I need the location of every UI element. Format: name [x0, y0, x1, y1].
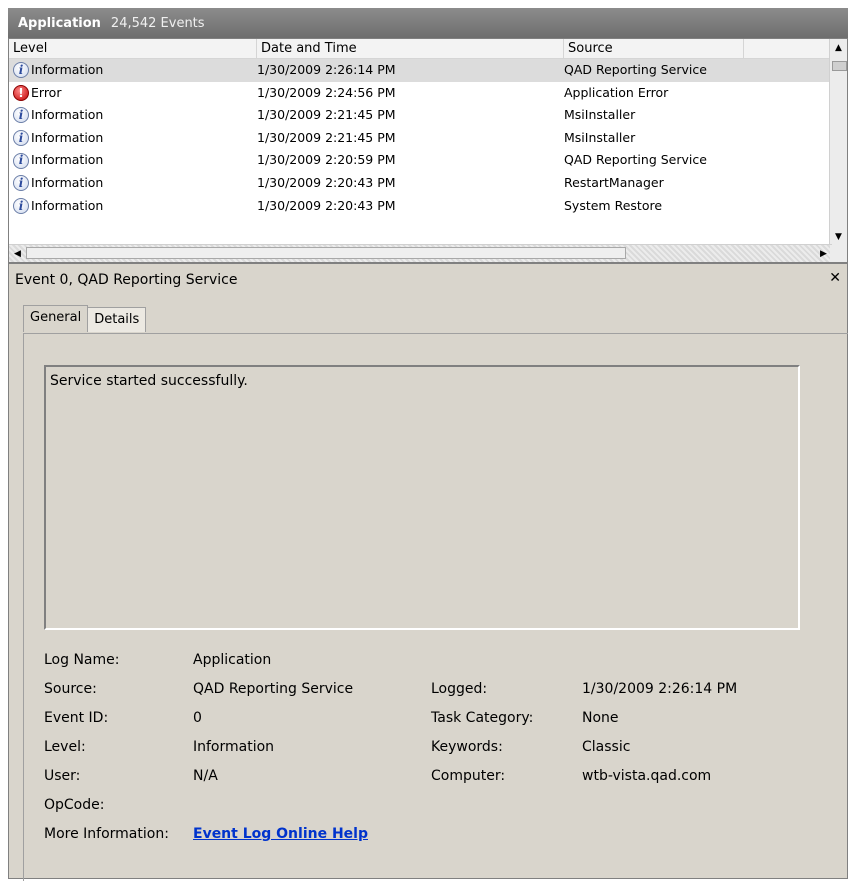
label-computer: Computer: — [431, 768, 506, 784]
vertical-scroll-thumb[interactable] — [832, 61, 847, 71]
event-rows: i Information 1/30/2009 2:26:14 PM QAD Re… — [9, 59, 832, 217]
error-icon: ! — [13, 84, 29, 101]
label-logged: Logged: — [431, 681, 488, 697]
info-icon: i — [13, 175, 29, 192]
value-user[interactable]: N/A — [193, 768, 218, 784]
label-task-category: Task Category: — [431, 710, 534, 726]
info-icon: i — [13, 107, 29, 124]
scroll-up-icon[interactable]: ▲ — [830, 39, 847, 56]
column-header-level[interactable]: Level — [9, 39, 257, 58]
value-computer[interactable]: wtb-vista.qad.com — [582, 768, 711, 784]
tab-details[interactable]: Details — [87, 307, 147, 332]
table-row[interactable]: i Information 1/30/2009 2:26:14 PM QAD Re… — [9, 59, 832, 82]
row-datetime: 1/30/2009 2:20:43 PM — [257, 197, 396, 213]
scroll-down-icon[interactable]: ▼ — [830, 228, 847, 245]
row-source: RestartManager — [564, 174, 664, 190]
row-datetime: 1/30/2009 2:20:59 PM — [257, 152, 396, 168]
value-level[interactable]: Information — [193, 739, 274, 755]
row-source: QAD Reporting Service — [564, 152, 707, 168]
row-datetime: 1/30/2009 2:20:43 PM — [257, 174, 396, 190]
label-event-id: Event ID: — [44, 710, 109, 726]
log-header: Application 24,542 Events — [8, 8, 848, 38]
table-row[interactable]: i Information 1/30/2009 2:20:43 PM Restar… — [9, 172, 832, 195]
info-icon: i — [13, 152, 29, 169]
label-opcode: OpCode: — [44, 797, 105, 813]
log-title: Application — [18, 15, 101, 31]
event-viewer: Application 24,542 Events Level Date and… — [8, 8, 848, 881]
table-row[interactable]: i Information 1/30/2009 2:21:45 PM MsiIns… — [9, 127, 832, 150]
label-level: Level: — [44, 739, 86, 755]
horizontal-scrollbar[interactable]: ◀ ▶ — [9, 244, 832, 262]
row-datetime: 1/30/2009 2:21:45 PM — [257, 129, 396, 145]
label-more-information: More Information: — [44, 826, 169, 842]
row-level: Error — [31, 84, 62, 100]
table-row[interactable]: ! Error 1/30/2009 2:24:56 PM Application … — [9, 82, 832, 105]
row-datetime: 1/30/2009 2:26:14 PM — [257, 62, 396, 77]
info-icon: i — [13, 130, 29, 147]
scroll-corner — [830, 245, 847, 262]
row-level: Information — [31, 62, 104, 77]
close-icon[interactable]: ✕ — [829, 270, 841, 286]
row-source: System Restore — [564, 197, 663, 213]
value-event-id[interactable]: 0 — [193, 710, 202, 726]
value-log-name[interactable]: Application — [193, 652, 271, 668]
label-keywords: Keywords: — [431, 739, 503, 755]
tab-general[interactable]: General — [23, 305, 89, 332]
column-header-date-time[interactable]: Date and Time — [257, 39, 564, 58]
event-log-online-help-link[interactable]: Event Log Online Help — [193, 826, 368, 842]
details-title: Event 0, QAD Reporting Service — [15, 272, 238, 288]
row-level: Information — [31, 174, 104, 190]
event-list: Level Date and Time Source i Information … — [8, 38, 848, 263]
column-header-source[interactable]: Source — [564, 39, 744, 58]
row-source: Application Error — [564, 84, 669, 100]
value-source[interactable]: QAD Reporting Service — [193, 681, 353, 697]
info-icon: i — [13, 62, 29, 79]
tab-general-body: Service started successfully. Log Name: … — [23, 333, 848, 881]
row-level: Information — [31, 152, 104, 168]
list-header: Level Date and Time Source — [9, 39, 832, 59]
table-row[interactable]: i Information 1/30/2009 2:20:43 PM System… — [9, 195, 832, 218]
info-icon: i — [13, 197, 29, 214]
scroll-left-icon[interactable]: ◀ — [9, 245, 26, 262]
details-tabs: General Details — [23, 305, 147, 333]
value-logged[interactable]: 1/30/2009 2:26:14 PM — [582, 681, 737, 697]
vertical-scrollbar[interactable]: ▲ ▼ — [829, 39, 847, 245]
row-source: MsiInstaller — [564, 129, 636, 145]
row-source: QAD Reporting Service — [564, 62, 707, 77]
table-row[interactable]: i Information 1/30/2009 2:21:45 PM MsiIns… — [9, 104, 832, 127]
row-source: MsiInstaller — [564, 107, 636, 123]
row-level: Information — [31, 197, 104, 213]
event-message[interactable]: Service started successfully. — [44, 365, 800, 630]
table-row[interactable]: i Information 1/30/2009 2:20:59 PM QAD Re… — [9, 149, 832, 172]
label-user: User: — [44, 768, 81, 784]
row-datetime: 1/30/2009 2:21:45 PM — [257, 107, 396, 123]
value-task-category[interactable]: None — [582, 710, 619, 726]
label-source: Source: — [44, 681, 97, 697]
row-level: Information — [31, 107, 104, 123]
event-count: 24,542 Events — [110, 15, 205, 31]
label-log-name: Log Name: — [44, 652, 120, 668]
event-details-pane: Event 0, QAD Reporting Service ✕ General… — [8, 263, 848, 881]
value-keywords[interactable]: Classic — [582, 739, 630, 755]
row-datetime: 1/30/2009 2:24:56 PM — [257, 84, 396, 100]
column-header-extra[interactable] — [744, 39, 832, 58]
horizontal-scroll-thumb[interactable] — [26, 247, 626, 259]
row-level: Information — [31, 129, 104, 145]
